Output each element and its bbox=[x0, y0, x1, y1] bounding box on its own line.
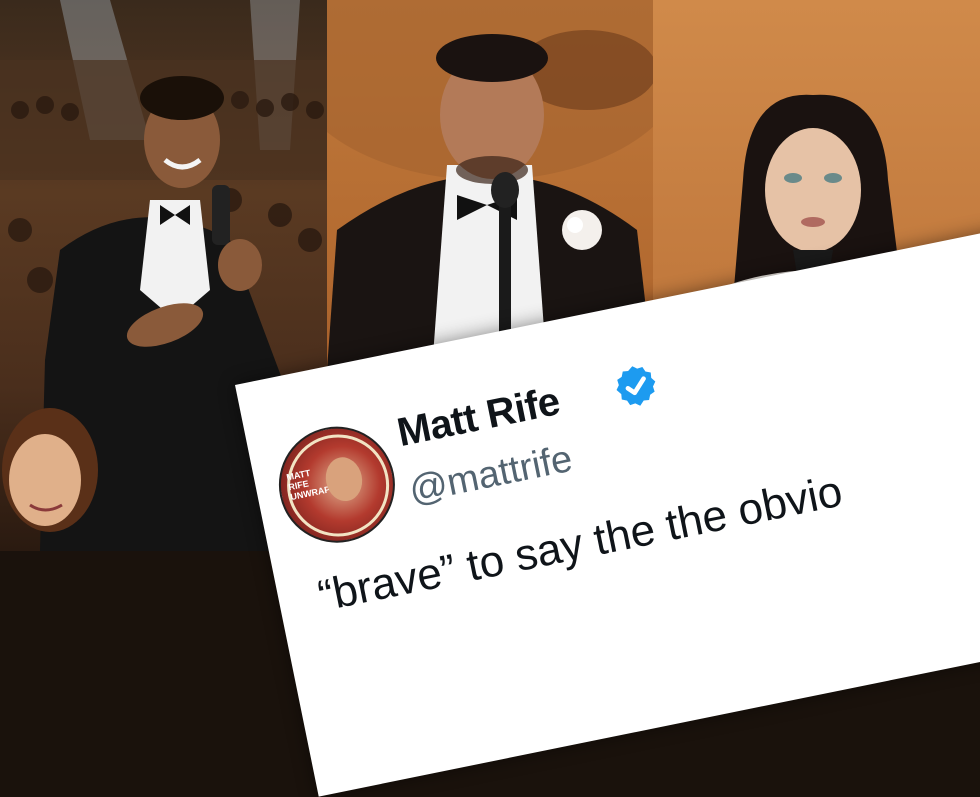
verified-badge-icon bbox=[616, 366, 656, 406]
avatar[interactable]: MATT RIFE UNWRAPPED bbox=[268, 416, 406, 554]
